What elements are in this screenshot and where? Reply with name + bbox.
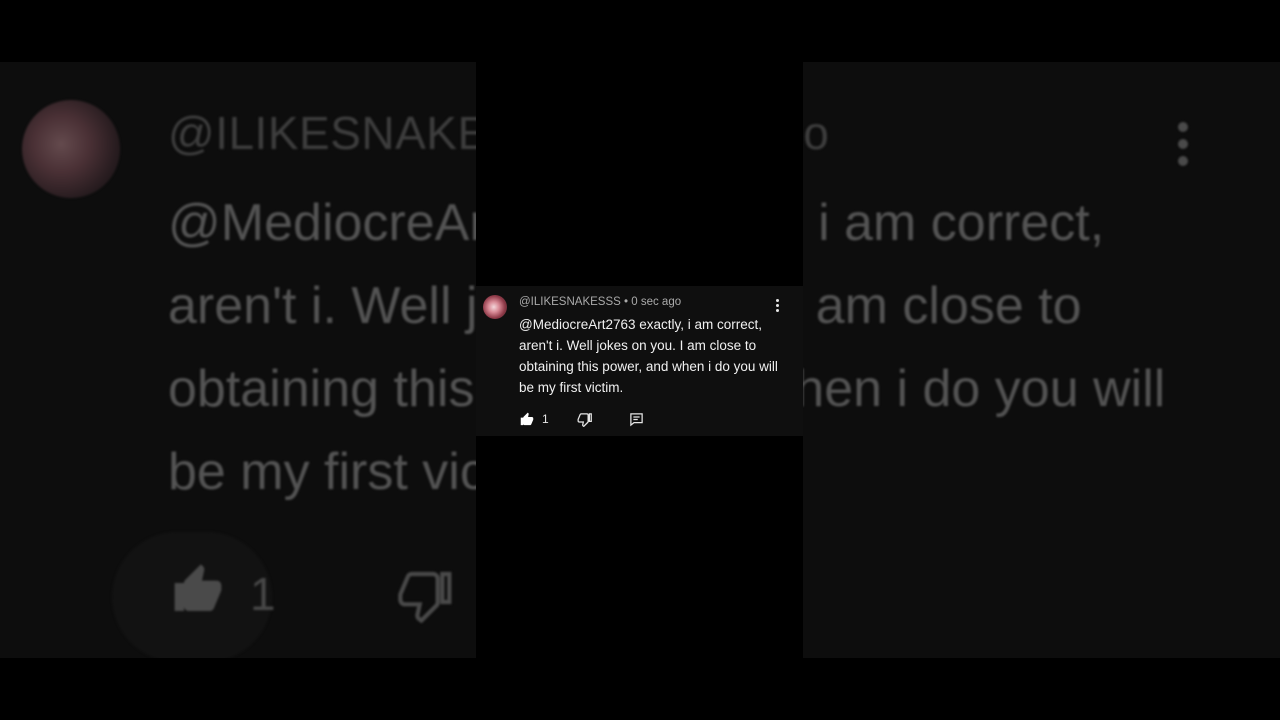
thumb-up-icon <box>520 412 534 425</box>
comment-text: @MediocreArt2763 exactly, i am correct, … <box>519 317 778 395</box>
background-meta: @ILIKESNAKESSS • 0 sec ago <box>168 107 476 159</box>
like-button[interactable]: 1 <box>519 409 549 429</box>
background-thumb-up-icon <box>174 564 222 611</box>
avatar[interactable] <box>483 295 507 319</box>
more-vertical-icon[interactable] <box>776 299 780 314</box>
background-more-vertical-icon <box>1178 122 1190 173</box>
background-thumb-down-icon <box>398 571 452 623</box>
background-comment-text: @MediocreArt2763 exactly, i am correct, … <box>168 194 476 501</box>
dislike-button[interactable] <box>577 409 593 429</box>
comment-time: 0 sec ago <box>631 296 682 308</box>
background-like-count: 1 <box>250 568 276 620</box>
meta-separator: • <box>624 296 629 308</box>
comment-card: @ILIKESNAKESSS • 0 sec ago @MediocreArt2… <box>476 286 803 436</box>
comment-author[interactable]: @ILIKESNAKESSS <box>519 296 621 308</box>
comment-meta: @ILIKESNAKESSS • 0 sec ago <box>519 296 681 308</box>
background-blur-right: @ILIKESNAKESSS • 0 sec ago @MediocreArt2… <box>803 62 1280 658</box>
reply-button[interactable] <box>629 409 644 429</box>
background-meta-right: @ILIKESNAKESSS • 0 sec ago <box>803 107 830 159</box>
thumb-down-icon <box>577 412 592 427</box>
background-comment-text-right: @MediocreArt2763 exactly, i am correct, … <box>803 194 1166 418</box>
background-blur-left: @ILIKESNAKESSS • 0 sec ago @MediocreArt2… <box>0 62 476 658</box>
background-avatar <box>22 100 120 198</box>
like-count: 1 <box>542 412 549 426</box>
reply-comment-icon <box>630 412 643 426</box>
